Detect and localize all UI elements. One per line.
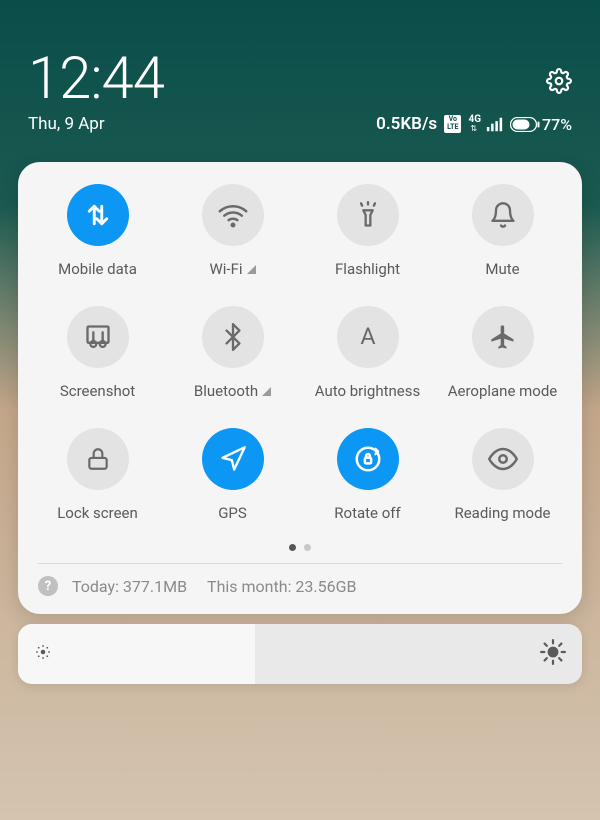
tile-label: Auto brightness [315,382,420,400]
status-bar: 0.5KB/s VoLTE 4G⇅ 77% [28,114,572,134]
settings-button[interactable] [546,68,572,98]
tile-button[interactable] [67,306,129,368]
brightness-fill [18,624,255,684]
brightness-high-icon [540,639,566,669]
tile-mobile-data[interactable]: Mobile data [30,184,165,278]
gear-icon [546,68,572,94]
tile-wifi[interactable]: Wi-Fi [165,184,300,278]
tile-button[interactable] [67,184,129,246]
auto-brightness-icon: A [354,323,382,351]
brightness-low-icon [34,643,52,665]
wifi-icon [218,200,248,230]
data-usage-row[interactable]: ? Today: 377.1MB This month: 23.56GB [26,564,574,604]
tile-label: Bluetooth [194,382,258,400]
flashlight-icon [354,201,382,229]
tile-aeroplane[interactable]: Aeroplane mode [435,306,570,400]
tile-lock-screen[interactable]: Lock screen [30,428,165,522]
tile-reading-mode[interactable]: Reading mode [435,428,570,522]
tile-label: Mute [485,260,519,278]
tile-mute[interactable]: Mute [435,184,570,278]
tile-bluetooth[interactable]: Bluetooth [165,306,300,400]
mobile-data-icon [83,200,113,230]
network-4g: 4G⇅ [468,115,479,133]
help-icon: ? [38,576,58,596]
tile-screenshot[interactable]: Screenshot [30,306,165,400]
tile-button[interactable] [472,306,534,368]
brightness-slider[interactable] [18,624,582,684]
lock-icon [85,446,111,472]
chevron-down-icon [247,265,256,274]
tile-label: Rotate off [334,504,400,522]
dot-active [289,544,296,551]
tile-button[interactable] [337,184,399,246]
location-arrow-icon [219,445,247,473]
tile-auto-brightness[interactable]: A Auto brightness [300,306,435,400]
eye-icon [488,444,518,474]
bell-icon [489,201,517,229]
usage-month: This month: 23.56GB [207,577,356,596]
tiles-grid: Mobile data Wi-Fi Flashlight Mute Screen [26,184,574,522]
battery-percent: 77% [542,115,572,134]
volte-badge: VoLTE [444,115,461,132]
tile-rotate-off[interactable]: Rotate off [300,428,435,522]
tile-button[interactable] [472,184,534,246]
page-indicator [26,544,574,551]
tile-button[interactable] [472,428,534,490]
tile-label: Flashlight [335,260,400,278]
battery-icon [510,117,540,132]
tile-label: GPS [218,504,247,522]
tile-label: Aeroplane mode [448,382,558,400]
usage-today: Today: 377.1MB [72,577,187,596]
dot-inactive [304,544,311,551]
tile-label: Reading mode [454,504,550,522]
tile-label: Screenshot [60,382,135,400]
tile-flashlight[interactable]: Flashlight [300,184,435,278]
tile-button[interactable] [202,428,264,490]
header: 12:44 Thu, 9 Apr 0.5KB/s VoLTE 4G⇅ 77% [0,0,600,144]
svg-text:A: A [360,323,375,350]
tile-gps[interactable]: GPS [165,428,300,522]
tile-button[interactable]: A [337,306,399,368]
tile-label: Lock screen [57,504,138,522]
tile-button[interactable] [202,184,264,246]
tile-button[interactable] [337,428,399,490]
tile-button[interactable] [67,428,129,490]
rotate-lock-icon [353,444,383,474]
chevron-down-icon [262,387,271,396]
tile-label: Wi-Fi [209,260,242,278]
screenshot-icon [84,323,112,351]
clock-time: 12:44 [28,50,164,108]
airplane-icon [489,323,517,351]
signal-icon [486,116,503,133]
bluetooth-icon [219,323,247,351]
tile-label: Mobile data [58,260,137,278]
network-speed: 0.5KB/s [376,114,437,134]
quick-settings-panel: Mobile data Wi-Fi Flashlight Mute Screen [18,162,582,614]
tile-button[interactable] [202,306,264,368]
